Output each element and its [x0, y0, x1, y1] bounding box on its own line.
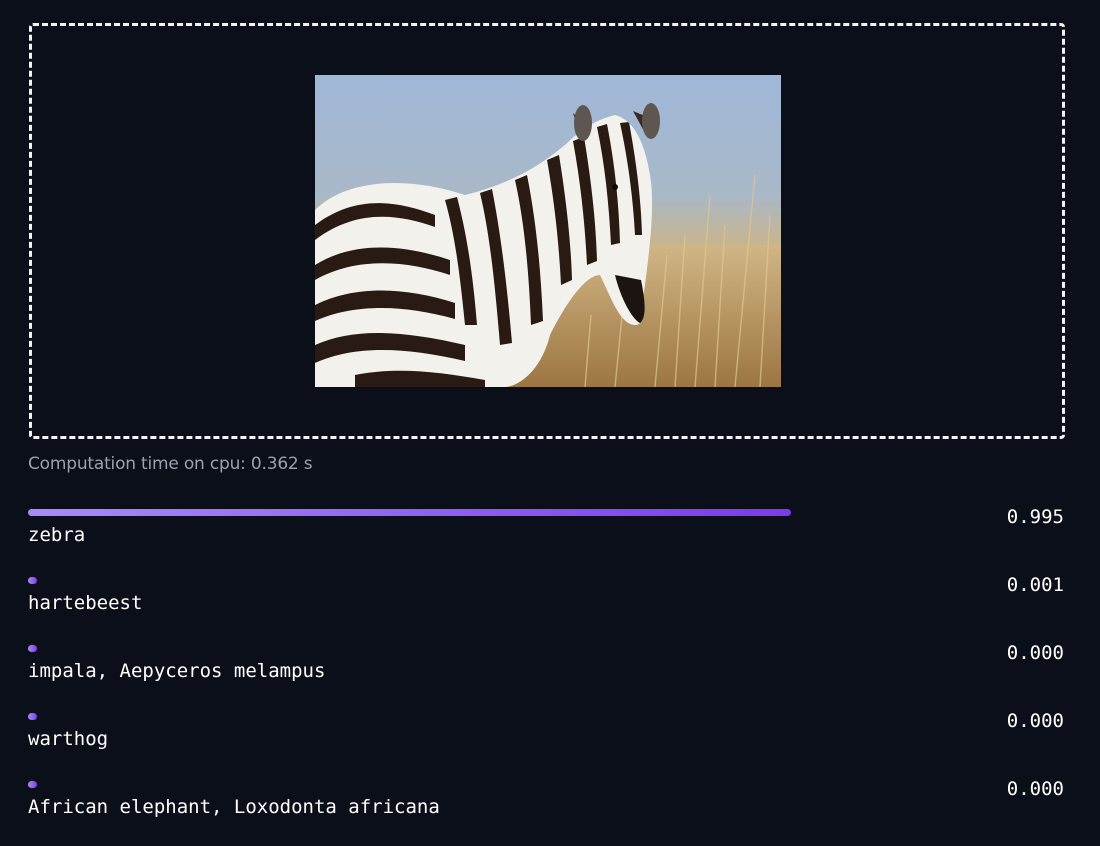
label-confidence: 0.000	[1006, 642, 1064, 664]
confidence-bar	[28, 781, 37, 788]
label-name: warthog	[28, 728, 109, 750]
label-name: African elephant, Loxodonta africana	[28, 796, 440, 818]
confidence-bar	[28, 713, 37, 720]
label-name: zebra	[28, 524, 86, 546]
label-confidence: 0.001	[1006, 574, 1064, 596]
confidence-bar-track	[28, 509, 795, 516]
label-row: zebra 0.995	[28, 506, 1064, 569]
label-confidence: 0.000	[1006, 710, 1064, 732]
label-name: hartebeest	[28, 592, 143, 614]
confidence-bar-track	[28, 645, 795, 652]
label-row: impala, Aepyceros melampus 0.000	[28, 642, 1064, 705]
image-dropzone[interactable]	[29, 23, 1065, 439]
zebra-image	[315, 75, 781, 387]
label-row: African elephant, Loxodonta africana 0.00…	[28, 778, 1064, 841]
confidence-bar-track	[28, 577, 795, 584]
label-name: impala, Aepyceros melampus	[28, 660, 326, 682]
confidence-bar	[28, 509, 792, 516]
confidence-bar-track	[28, 713, 795, 720]
confidence-bar	[28, 645, 37, 652]
label-row: warthog 0.000	[28, 710, 1064, 773]
computation-time: Computation time on cpu: 0.362 s	[28, 454, 313, 474]
confidence-bar	[28, 577, 37, 584]
label-confidence: 0.000	[1006, 778, 1064, 800]
label-confidence: 0.995	[1006, 506, 1064, 528]
label-row: hartebeest 0.001	[28, 574, 1064, 637]
confidence-bar-track	[28, 781, 795, 788]
